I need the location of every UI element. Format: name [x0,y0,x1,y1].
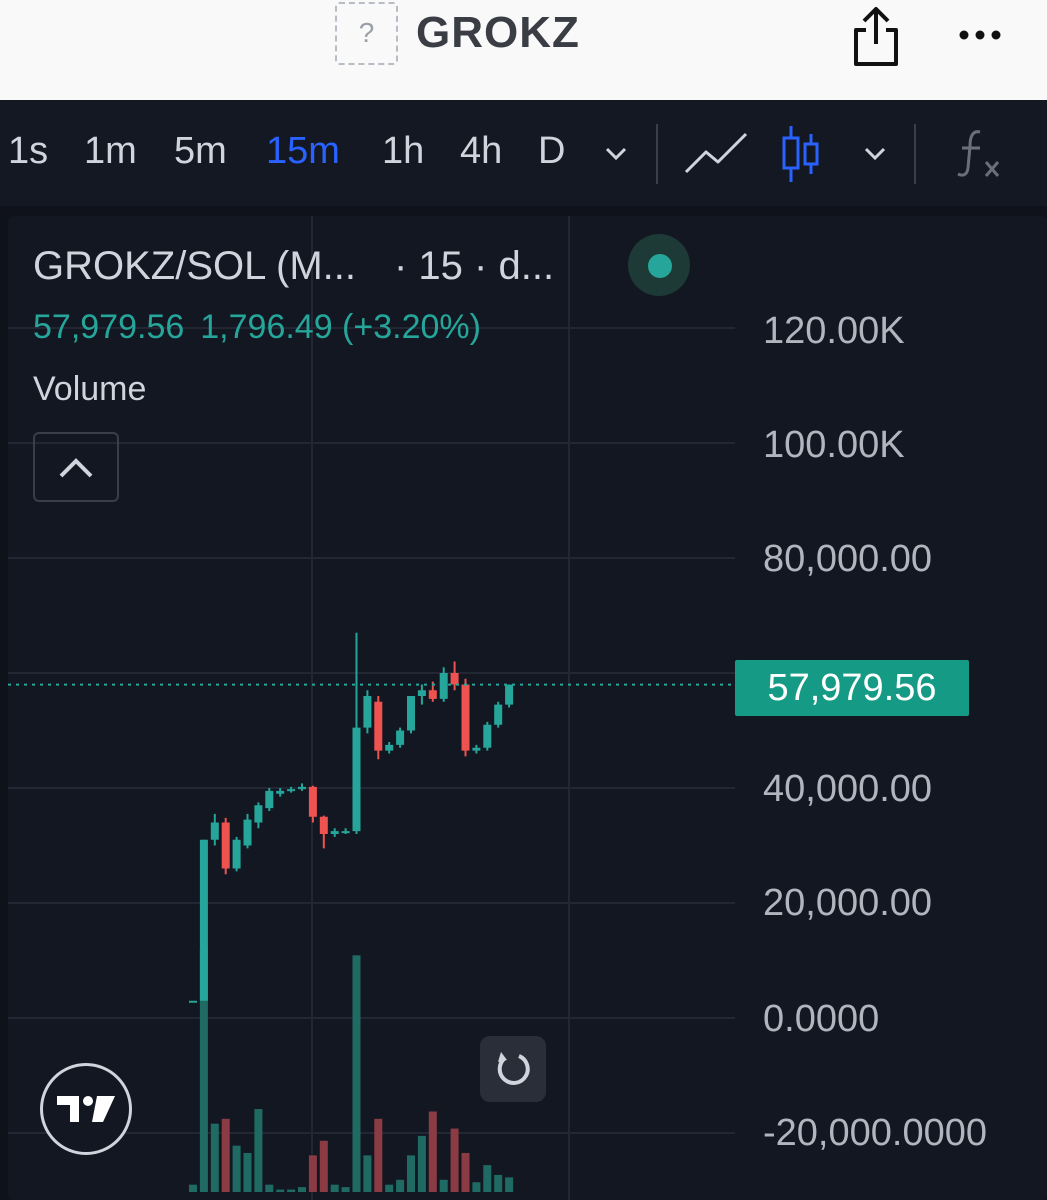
candle-body [385,744,394,751]
y-axis-label: 20,000.00 [763,882,933,924]
current-price-tag: 57,979.56 [735,660,969,716]
candles [189,632,514,1003]
volume-bars [189,948,514,1192]
candle-body [450,673,459,685]
candle-body [407,696,415,731]
volume-bar [439,1179,448,1192]
volume-bar [385,1184,394,1192]
volume-bar [363,1155,372,1192]
y-axis-label: 0.0000 [763,998,880,1040]
tradingview-logo-icon [57,1096,115,1122]
candle-body [505,684,514,705]
candle-body [417,690,426,696]
volume-bar [189,1184,197,1192]
candle-body [494,704,503,725]
volume-bar [450,1128,459,1192]
candle-body [396,730,405,745]
volume-bar [265,1184,274,1192]
volume-bar [276,1189,285,1192]
symbol-interval: · 15 · d... [394,244,555,288]
price-legend: 57,979.56 1,796.49 (+3.20%) [33,308,497,347]
candle-body [287,789,296,792]
candle-body [319,816,328,834]
candle-body [483,724,492,748]
volume-bar [319,1140,328,1192]
volume-bar [483,1165,492,1192]
volume-bar [210,1123,219,1192]
volume-bar [428,1111,437,1192]
volume-bar [374,1118,383,1192]
y-axis-label: 120.00K [763,310,905,352]
symbol-name: GROKZ/SOL (M... [33,244,356,288]
chart-grid [8,216,735,1200]
volume-bar [417,1135,426,1192]
collapse-legend-button[interactable] [33,432,119,502]
candle-body [374,701,383,751]
market-status-dot [648,254,672,278]
y-axis-label: -20,000.0000 [763,1112,987,1154]
reset-icon [497,1052,530,1085]
chevron-up-icon [59,458,93,478]
symbol-legend[interactable]: GROKZ/SOL (M... · 15 · d... [33,244,554,289]
candle-body [210,822,219,840]
volume-bar [352,955,361,1192]
volume-indicator-label: Volume [33,370,147,408]
candle-body [243,819,252,846]
candle-body [298,786,306,790]
candle-body [265,790,274,809]
candle-body [439,673,448,699]
price-chart[interactable] [0,0,1047,1200]
volume-bar [232,1145,241,1192]
volume-bar [505,1177,514,1192]
candle-body [221,822,230,869]
volume-bar [287,1189,296,1192]
last-price: 57,979.56 [33,308,185,346]
candle-body [472,747,481,751]
volume-bar [330,1184,339,1192]
candle-body [330,831,339,834]
candle-body [199,839,208,1001]
volume-bar [407,1155,415,1192]
y-axis-label: 100.00K [763,424,905,466]
candle-body [352,727,361,832]
candle-body [308,786,317,817]
volume-bar [396,1179,405,1192]
candle-body [428,690,437,699]
price-change: 1,796.49 (+3.20%) [200,308,481,346]
reset-chart-button[interactable] [480,1036,546,1102]
volume-bar [494,1174,503,1192]
candle-body [254,805,263,823]
volume-bar [254,1109,263,1192]
volume-bar [298,1187,306,1192]
volume-bar [472,1182,481,1192]
volume-bar [308,1155,317,1192]
tradingview-logo[interactable] [40,1063,132,1155]
y-axis-label: 80,000.00 [763,538,933,580]
candle-body [276,790,285,794]
volume-bar [461,1152,470,1192]
candle-body [461,684,470,751]
candle-body [232,839,241,869]
volume-bar [341,1187,350,1192]
volume-bar [243,1152,252,1192]
y-axis-label: 40,000.00 [763,768,933,810]
volume-bar [221,1118,230,1192]
candle-body [363,696,372,728]
candle-body [189,1000,197,1003]
candle-body [341,831,350,834]
